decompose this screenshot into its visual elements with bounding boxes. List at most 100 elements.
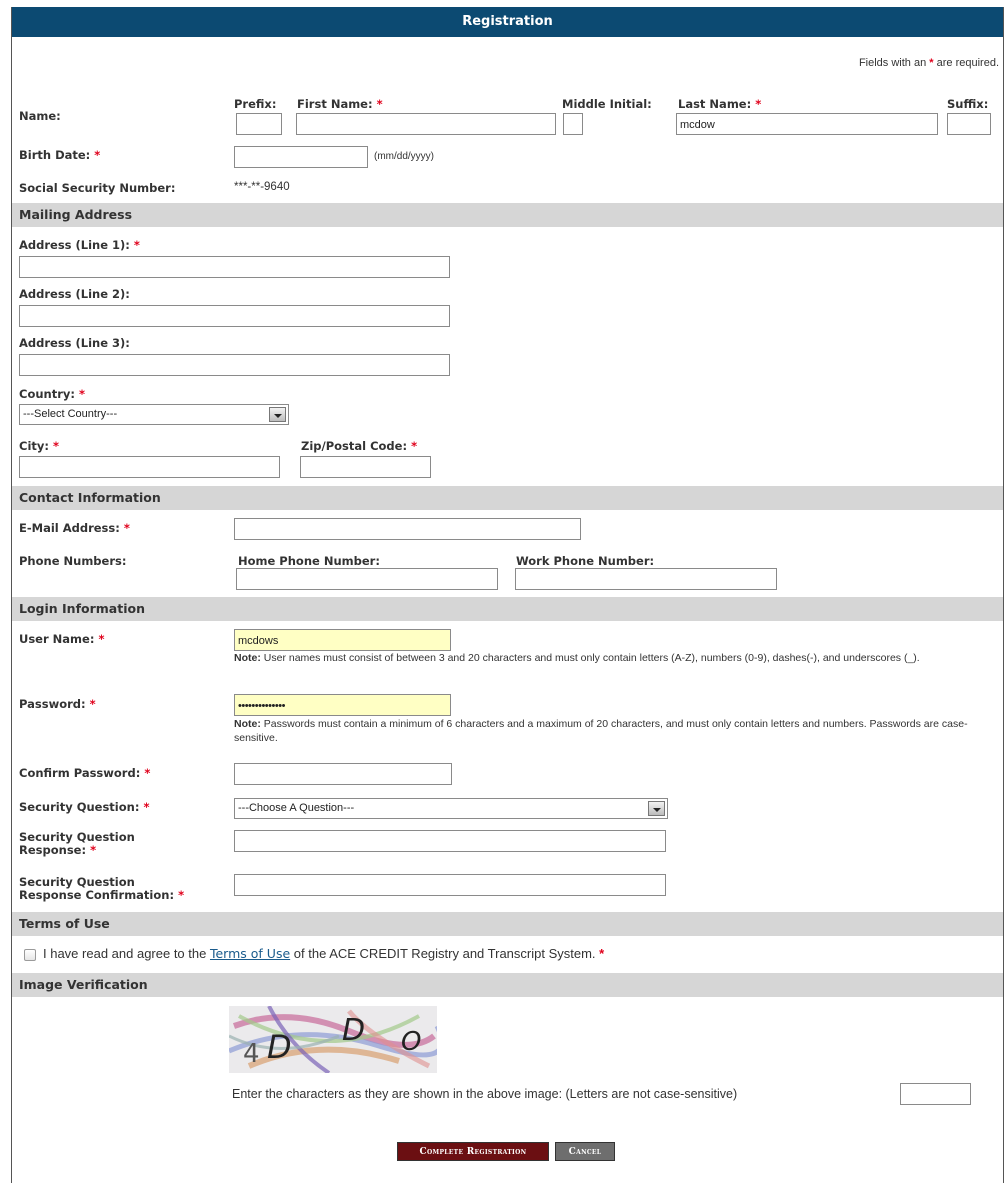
security-response-input[interactable] (234, 830, 666, 852)
middle-initial-input[interactable] (563, 113, 583, 135)
email-input[interactable] (234, 518, 581, 540)
security-question-select[interactable]: ---Choose A Question--- (234, 798, 668, 819)
captcha-char-3: D (342, 1013, 365, 1048)
address3-input[interactable] (19, 354, 450, 376)
security-response-label-line2: Response: (19, 843, 87, 857)
suffix-input[interactable] (947, 113, 991, 135)
username-note: Note: User names must consist of between… (234, 651, 999, 665)
security-confirm-label: Security Question Response Confirmation:… (19, 876, 184, 902)
required-star: * (90, 843, 97, 857)
phone-numbers-label: Phone Numbers: (19, 554, 127, 568)
birth-date-label-text: Birth Date: (19, 148, 91, 162)
first-name-label-text: First Name: (297, 97, 373, 111)
suffix-label: Suffix: (947, 97, 989, 111)
country-select-value: ---Select Country--- (23, 408, 118, 420)
required-star: * (94, 148, 101, 162)
captcha-instruction: Enter the characters as they are shown i… (232, 1087, 738, 1101)
password-label-text: Password: (19, 697, 86, 711)
security-response-label: Security Question Response: * (19, 831, 135, 857)
password-note: Note: Passwords must contain a minimum o… (234, 717, 974, 745)
confirm-password-input[interactable] (234, 763, 452, 785)
last-name-input[interactable]: mcdow (676, 113, 938, 135)
required-fields-note: Fields with an * are required. (859, 57, 999, 69)
prefix-input[interactable] (236, 113, 282, 135)
country-select[interactable]: ---Select Country--- (19, 404, 289, 425)
confirm-password-label: Confirm Password: * (19, 766, 150, 780)
required-star: * (599, 946, 605, 961)
last-name-label-text: Last Name: (678, 97, 752, 111)
username-input[interactable]: mcdows (234, 629, 451, 651)
required-star: * (755, 97, 762, 111)
username-note-label: Note: (234, 652, 261, 664)
required-star: * (143, 800, 150, 814)
required-note-prefix: Fields with an (858, 57, 927, 69)
security-question-label: Security Question: * (19, 800, 149, 814)
terms-agreement-text: I have read and agree to the Terms of Us… (43, 946, 604, 961)
home-phone-input[interactable] (236, 568, 498, 590)
city-input[interactable] (19, 456, 280, 478)
captcha-char-1: 4 (243, 1039, 260, 1069)
section-contact-information: Contact Information (12, 486, 1003, 510)
home-phone-label: Home Phone Number: (238, 554, 380, 568)
section-terms-of-use: Terms of Use (12, 912, 1003, 936)
security-confirm-input[interactable] (234, 874, 666, 896)
complete-registration-button[interactable]: Complete Registration (397, 1142, 549, 1161)
terms-checkbox[interactable] (24, 949, 36, 961)
prefix-label: Prefix: (234, 97, 277, 111)
country-label: Country: * (19, 387, 85, 401)
address1-label: Address (Line 1): * (19, 238, 140, 252)
captcha-input[interactable] (900, 1083, 971, 1105)
confirm-password-label-text: Confirm Password: (19, 766, 141, 780)
password-label: Password: * (19, 697, 96, 711)
cancel-button[interactable]: Cancel (555, 1142, 615, 1161)
password-input[interactable]: •••••••••••••• (234, 694, 451, 716)
required-star: * (123, 521, 130, 535)
work-phone-input[interactable] (515, 568, 777, 590)
address1-input[interactable] (19, 256, 450, 278)
required-star: * (89, 697, 96, 711)
chevron-down-icon[interactable] (648, 801, 665, 816)
required-note-suffix: are required. (936, 57, 999, 69)
registration-form: Registration Fields with an * are requir… (11, 7, 1004, 1183)
city-label-text: City: (19, 439, 49, 453)
section-image-verification: Image Verification (12, 973, 1003, 997)
username-label-text: User Name: (19, 632, 95, 646)
required-star: * (98, 632, 105, 646)
captcha-image: 4 D D O (229, 1006, 437, 1073)
email-label: E-Mail Address: * (19, 521, 130, 535)
terms-text-before: I have read and agree to the (43, 946, 207, 961)
password-note-text: Passwords must contain a minimum of 6 ch… (234, 718, 968, 744)
address1-label-text: Address (Line 1): (19, 238, 130, 252)
required-star: * (53, 439, 60, 453)
birth-date-label: Birth Date: * (19, 148, 100, 162)
terms-of-use-link[interactable]: Terms of Use (210, 946, 290, 961)
required-star: * (376, 97, 383, 111)
captcha-noise: 4 D D O (229, 1006, 437, 1073)
zip-label-text: Zip/Postal Code: (301, 439, 408, 453)
password-note-label: Note: (234, 718, 261, 730)
birth-date-input[interactable] (234, 146, 368, 168)
security-confirm-label-line2-wrap: Response Confirmation: * (19, 889, 184, 902)
birth-date-hint: (mm/dd/yyyy) (374, 151, 434, 162)
captcha-char-4: O (401, 1027, 421, 1057)
address2-label: Address (Line 2): (19, 287, 130, 301)
first-name-input[interactable] (296, 113, 556, 135)
chevron-down-icon[interactable] (269, 407, 286, 422)
address2-input[interactable] (19, 305, 450, 327)
middle-initial-label: Middle Initial: (562, 97, 652, 111)
security-confirm-label-line2: Response Confirmation: (19, 888, 175, 902)
name-label: Name: (19, 109, 61, 123)
zip-input[interactable] (300, 456, 431, 478)
email-label-text: E-Mail Address: (19, 521, 120, 535)
first-name-label: First Name: * (297, 97, 383, 111)
required-star: * (79, 387, 86, 401)
last-name-label: Last Name: * (678, 97, 761, 111)
work-phone-label: Work Phone Number: (516, 554, 655, 568)
required-star: * (178, 888, 185, 902)
security-question-select-value: ---Choose A Question--- (238, 802, 355, 814)
required-star: * (411, 439, 418, 453)
section-mailing-address: Mailing Address (12, 203, 1003, 227)
required-star: * (133, 238, 140, 252)
username-label: User Name: * (19, 632, 104, 646)
ssn-value: ***-**-9640 (234, 181, 290, 193)
